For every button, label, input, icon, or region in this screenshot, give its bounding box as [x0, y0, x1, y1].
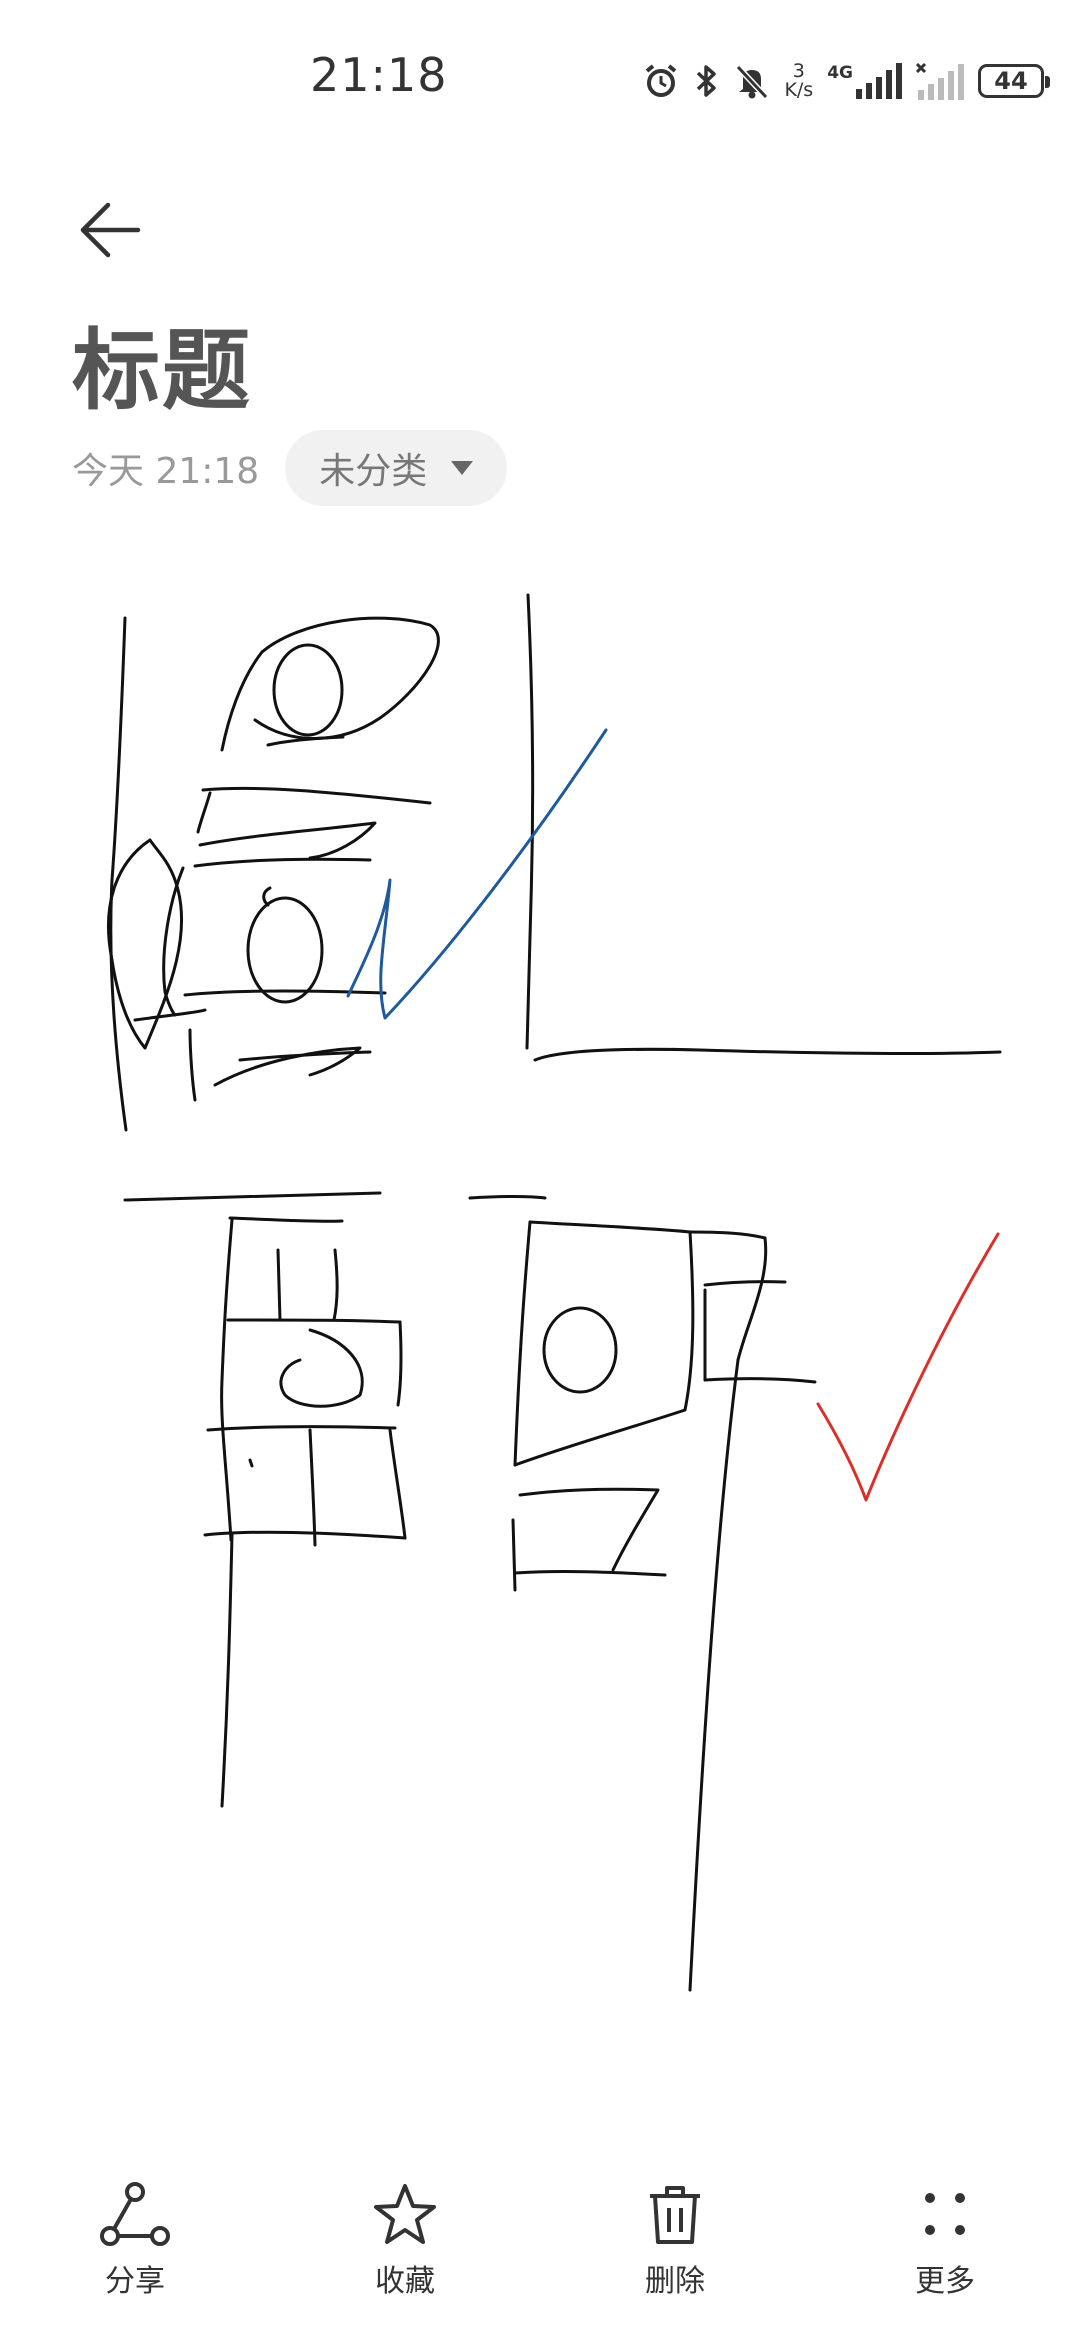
- ink-stroke: [226, 1318, 402, 1324]
- share-label: 分享: [105, 2264, 165, 2299]
- favorite-label: 收藏: [375, 2264, 435, 2299]
- arrow-left-icon: [80, 202, 141, 258]
- ink-stroke: [188, 1028, 197, 1102]
- more-icon: [925, 2193, 965, 2235]
- ink-stroke: [220, 650, 264, 752]
- ink-stroke: [248, 1458, 254, 1468]
- ink-check-blue: [346, 728, 608, 1020]
- more-label: 更多: [915, 2264, 975, 2299]
- category-dropdown[interactable]: 未分类: [285, 430, 508, 506]
- network-type: 4G: [827, 63, 853, 83]
- back-button[interactable]: [70, 190, 150, 270]
- share-icon: [100, 2182, 170, 2246]
- ink-stroke: [203, 1530, 407, 1540]
- ink-stroke: [703, 1377, 817, 1384]
- ink-stroke: [525, 593, 535, 1050]
- ink-stroke: [528, 1220, 692, 1234]
- category-label: 未分类: [319, 451, 428, 492]
- share-button[interactable]: 分享: [35, 2180, 235, 2340]
- status-icons: 3 K/s 4G 44: [642, 56, 1050, 106]
- ink-stroke: [308, 1428, 317, 1547]
- ink-stroke: [272, 643, 344, 737]
- mute-bell-icon: [736, 64, 769, 100]
- status-time: 21:18: [310, 48, 448, 102]
- network-speed: 3 K/s: [784, 62, 813, 100]
- bluetooth-icon: [697, 65, 717, 97]
- ink-stroke: [276, 1248, 282, 1322]
- note-meta: 今天 21:18 未分类: [72, 430, 508, 506]
- ink-stroke: [279, 1328, 364, 1408]
- ink-stroke: [518, 1487, 660, 1572]
- ink-stroke: [388, 1428, 407, 1540]
- battery-icon: 44: [978, 64, 1050, 98]
- ink-check-red: [816, 1232, 1000, 1502]
- ink-stroke: [513, 1220, 532, 1467]
- ink-stroke: [196, 791, 212, 834]
- note-date: 今天 21:18: [72, 451, 260, 492]
- signal-no-sim-icon: [916, 62, 964, 100]
- cellular-signal-1: 4G: [827, 63, 902, 99]
- trash-icon: [650, 2186, 700, 2244]
- ink-stroke: [206, 1425, 397, 1432]
- network-speed-unit: K/s: [784, 79, 814, 101]
- ink-stroke: [123, 1191, 382, 1202]
- star-icon: [374, 2184, 436, 2244]
- ink-stroke: [688, 1230, 767, 1240]
- ink-stroke: [703, 1280, 787, 1287]
- ink-stroke: [683, 1230, 695, 1412]
- ink-stroke: [396, 1320, 403, 1407]
- ink-stroke: [133, 1008, 207, 1022]
- ink-stroke: [468, 1195, 547, 1200]
- ink-stroke: [542, 1306, 618, 1394]
- more-button[interactable]: 更多: [845, 2180, 1045, 2340]
- ink-stroke: [266, 735, 345, 747]
- ink-stroke: [220, 1533, 234, 1808]
- alarm-icon: [646, 64, 677, 97]
- ink-stroke: [220, 1218, 234, 1542]
- ink-stroke: [246, 896, 324, 1004]
- delete-label: 删除: [645, 2264, 705, 2299]
- delete-button[interactable]: 删除: [575, 2180, 775, 2340]
- ink-stroke: [533, 1047, 1002, 1062]
- ink-stroke: [228, 1216, 344, 1223]
- ink-stroke: [183, 989, 387, 997]
- handwriting-canvas[interactable]: [0, 560, 1080, 2060]
- ink-stroke: [201, 786, 432, 805]
- favorite-button[interactable]: 收藏: [305, 2180, 505, 2340]
- status-bar: 21:18 3 K/s 4G 44: [0, 0, 1080, 160]
- ink-stroke: [736, 1236, 768, 1362]
- note-title[interactable]: 标题: [72, 300, 252, 427]
- ink-stroke: [511, 1518, 517, 1592]
- signal-bars-icon: [856, 63, 902, 99]
- ink-stroke: [198, 821, 377, 860]
- caret-down-icon: [451, 461, 474, 475]
- bottom-action-bar: 分享 收藏 删除 更多: [0, 2180, 1080, 2340]
- ink-stroke: [193, 857, 372, 868]
- ink-stroke: [332, 1248, 339, 1322]
- ink-stroke: [688, 1358, 740, 1992]
- ink-stroke: [513, 1570, 667, 1577]
- ink-stroke: [513, 1408, 687, 1467]
